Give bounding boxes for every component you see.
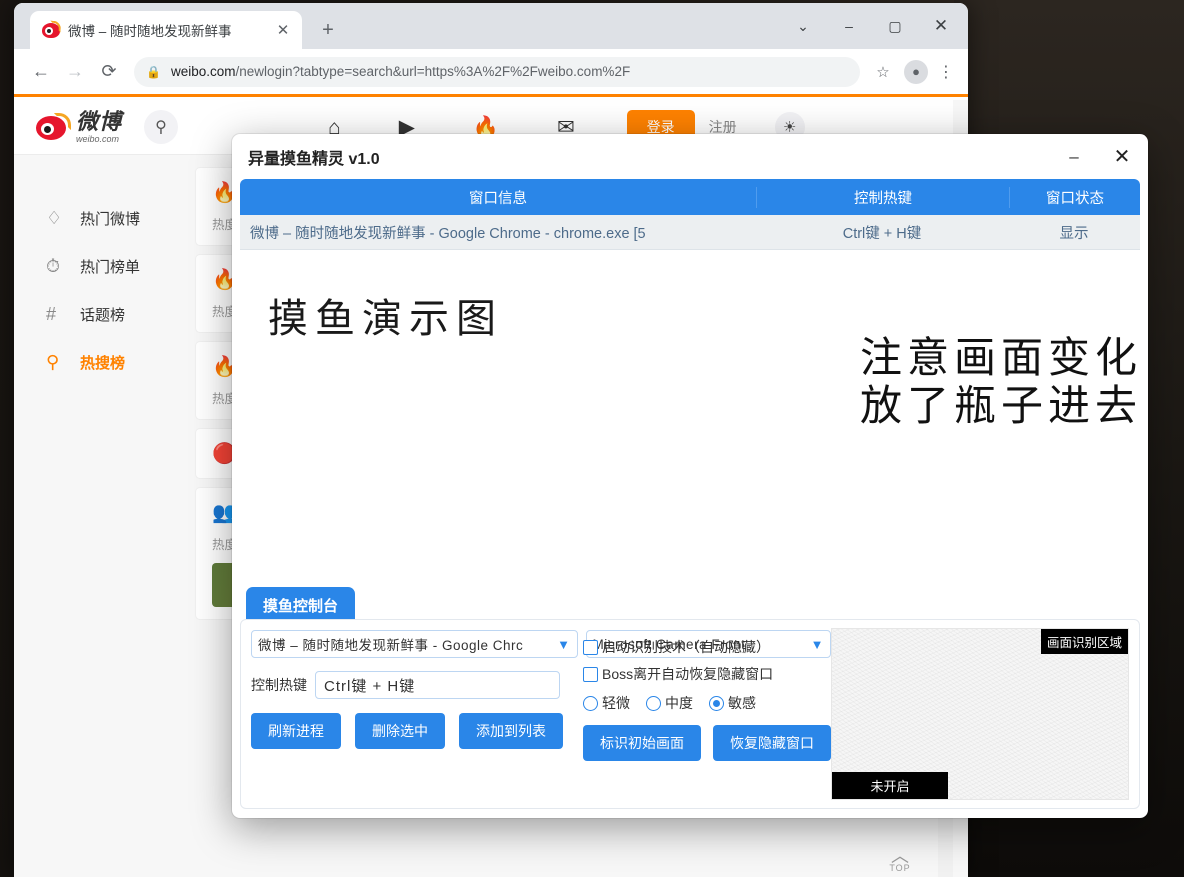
window-table-header: 窗口信息 控制热键 窗口状态 xyxy=(240,179,1140,215)
radio-light[interactable]: 轻微 xyxy=(583,693,630,713)
sidebar-item-label: 热搜榜 xyxy=(80,352,125,373)
browser-tabstrip: 微博 – 随时随地发现新鲜事 ✕ + ⌄ – ▢ ✕ xyxy=(14,3,968,49)
weibo-favicon-icon xyxy=(42,21,60,39)
radio-sensitive[interactable]: 敏感 xyxy=(709,693,756,713)
radio-label: 轻微 xyxy=(602,693,630,713)
sidebar-item-topic-rank[interactable]: # 话题榜 xyxy=(14,290,184,338)
new-tab-button[interactable]: + xyxy=(314,16,342,44)
hotkey-input[interactable]: Ctrl键 + H键 xyxy=(315,671,560,699)
cell-window-state: 显示 xyxy=(1008,222,1140,243)
window-minimize-button[interactable]: – xyxy=(826,6,872,46)
cell-window-info: 微博 – 随时随地发现新鲜事 - Google Chrome - chrome.… xyxy=(240,222,756,243)
camera-state-label: 未开启 xyxy=(832,772,948,799)
app-minimize-button[interactable]: – xyxy=(1052,137,1096,177)
checkbox-box xyxy=(583,667,598,682)
cell-hotkey: Ctrl键 + H键 xyxy=(756,222,1008,243)
radio-circle xyxy=(583,696,598,711)
window-close-button[interactable]: ✕ xyxy=(918,6,964,46)
tab-search-chevron-icon[interactable]: ⌄ xyxy=(780,6,826,46)
app-dialog: 异量摸鱼精灵 v1.0 – ✕ 窗口信息 控制热键 窗口状态 微博 – 随时随地… xyxy=(232,134,1148,818)
column-header-window-state: 窗口状态 xyxy=(1010,187,1140,208)
browser-tab-title: 微博 – 随时随地发现新鲜事 xyxy=(68,20,272,40)
console-right-column: 启动识别技术（自动隐藏） Boss离开自动恢复隐藏窗口 轻微 中度 敏感 xyxy=(583,630,833,761)
lock-icon: 🔒 xyxy=(146,65,161,79)
url-path: /newlogin?tabtype=search&url=https%3A%2F… xyxy=(235,64,630,79)
sensitivity-radio-group: 轻微 中度 敏感 xyxy=(583,693,833,713)
overlay-line-2: 放了瓶子进去 xyxy=(860,382,1142,430)
weibo-logo[interactable]: 微博 weibo.com xyxy=(36,111,122,144)
recognition-zone-label: 画面识别区域 xyxy=(1041,629,1128,654)
hash-icon: # xyxy=(46,304,80,325)
clock-icon: ⏱︎ xyxy=(46,256,80,277)
back-to-top-label: TOP xyxy=(877,863,923,873)
radio-label: 中度 xyxy=(665,693,693,713)
restore-hidden-window-button[interactable]: 恢复隐藏窗口 xyxy=(713,725,831,761)
radio-medium[interactable]: 中度 xyxy=(646,693,693,713)
checkbox-enable-recognition[interactable]: 启动识别技术（自动隐藏） xyxy=(583,637,833,657)
radio-circle xyxy=(646,696,661,711)
back-to-top-button[interactable]: ︿ TOP xyxy=(877,849,923,873)
chevron-down-icon: ▼ xyxy=(557,637,570,652)
refresh-process-button[interactable]: 刷新进程 xyxy=(251,713,341,749)
sidebar-item-label: 话题榜 xyxy=(80,304,125,325)
weibo-logo-en: weibo.com xyxy=(76,135,122,144)
address-bar[interactable]: 🔒 weibo.com/newlogin?tabtype=search&url=… xyxy=(134,57,860,87)
browser-tab[interactable]: 微博 – 随时随地发现新鲜事 ✕ xyxy=(30,11,302,49)
address-bar-text: weibo.com/newlogin?tabtype=search&url=ht… xyxy=(171,64,630,79)
process-select-value: 微博 – 随时随地发现新鲜事 - Google Chrc xyxy=(258,634,553,654)
canvas-overlay-text: 注意画面变化 放了瓶子进去 xyxy=(860,334,1142,431)
demo-title-text: 摸鱼演示图 xyxy=(268,286,503,344)
chevron-up-icon: ︿ xyxy=(877,849,923,863)
column-header-window-info: 窗口信息 xyxy=(240,187,757,208)
table-row[interactable]: 微博 – 随时随地发现新鲜事 - Google Chrome - chrome.… xyxy=(240,215,1140,250)
profile-avatar-icon[interactable]: ● xyxy=(904,60,928,84)
reload-button-icon[interactable]: ⟳ xyxy=(92,55,126,89)
overlay-line-1: 注意画面变化 xyxy=(860,334,1142,382)
weibo-logo-cn: 微博 xyxy=(76,111,122,133)
flame-icon: ♢ xyxy=(46,208,80,229)
checkbox-label: Boss离开自动恢复隐藏窗口 xyxy=(602,664,773,684)
add-to-list-button[interactable]: 添加到列表 xyxy=(459,713,563,749)
weibo-sidebar: ♢ 热门微博 ⏱︎ 热门榜单 # 话题榜 ⚲ 热搜榜 xyxy=(14,154,184,877)
delete-selected-button[interactable]: 删除选中 xyxy=(355,713,445,749)
sidebar-item-hot-rank[interactable]: ⏱︎ 热门榜单 xyxy=(14,242,184,290)
window-maximize-button[interactable]: ▢ xyxy=(872,6,918,46)
search-icon[interactable]: ⚲ xyxy=(144,110,178,144)
console-panel: 微博 – 随时随地发现新鲜事 - Google Chrc ▼ Microsoft… xyxy=(240,619,1140,809)
browser-window-controls: ⌄ – ▢ ✕ xyxy=(780,3,964,49)
checkbox-box xyxy=(583,640,598,655)
browser-omnibar: ← → ⟳ 🔒 weibo.com/newlogin?tabtype=searc… xyxy=(14,49,968,97)
checkbox-auto-restore[interactable]: Boss离开自动恢复隐藏窗口 xyxy=(583,664,833,684)
weibo-logo-icon xyxy=(36,112,70,142)
mark-initial-frame-button[interactable]: 标识初始画面 xyxy=(583,725,701,761)
browser-menu-icon[interactable]: ⋮ xyxy=(934,62,958,82)
radio-circle xyxy=(709,696,724,711)
app-close-button[interactable]: ✕ xyxy=(1096,137,1148,177)
app-titlebar: 异量摸鱼精灵 v1.0 – ✕ xyxy=(232,134,1148,179)
close-tab-icon[interactable]: ✕ xyxy=(272,19,294,41)
sidebar-item-search-rank[interactable]: ⚲ 热搜榜 xyxy=(14,338,184,386)
sidebar-item-hot-weibo[interactable]: ♢ 热门微博 xyxy=(14,194,184,242)
back-button-icon[interactable]: ← xyxy=(24,55,58,89)
sidebar-item-label: 热门微博 xyxy=(80,208,140,229)
forward-button-icon[interactable]: → xyxy=(58,55,92,89)
bookmark-star-icon[interactable]: ☆ xyxy=(868,57,898,87)
process-select[interactable]: 微博 – 随时随地发现新鲜事 - Google Chrc ▼ xyxy=(251,630,578,658)
hotkey-label: 控制热键 xyxy=(251,675,307,695)
app-title-text: 异量摸鱼精灵 v1.0 xyxy=(248,145,380,169)
column-header-hotkey: 控制热键 xyxy=(757,187,1010,208)
checkbox-label: 启动识别技术（自动隐藏） xyxy=(602,637,770,657)
radio-label: 敏感 xyxy=(728,693,756,713)
sidebar-item-label: 热门榜单 xyxy=(80,256,140,277)
url-domain: weibo.com xyxy=(171,64,236,79)
camera-preview[interactable]: 画面识别区域 未开启 xyxy=(831,628,1129,800)
search-rank-icon: ⚲ xyxy=(46,352,80,373)
